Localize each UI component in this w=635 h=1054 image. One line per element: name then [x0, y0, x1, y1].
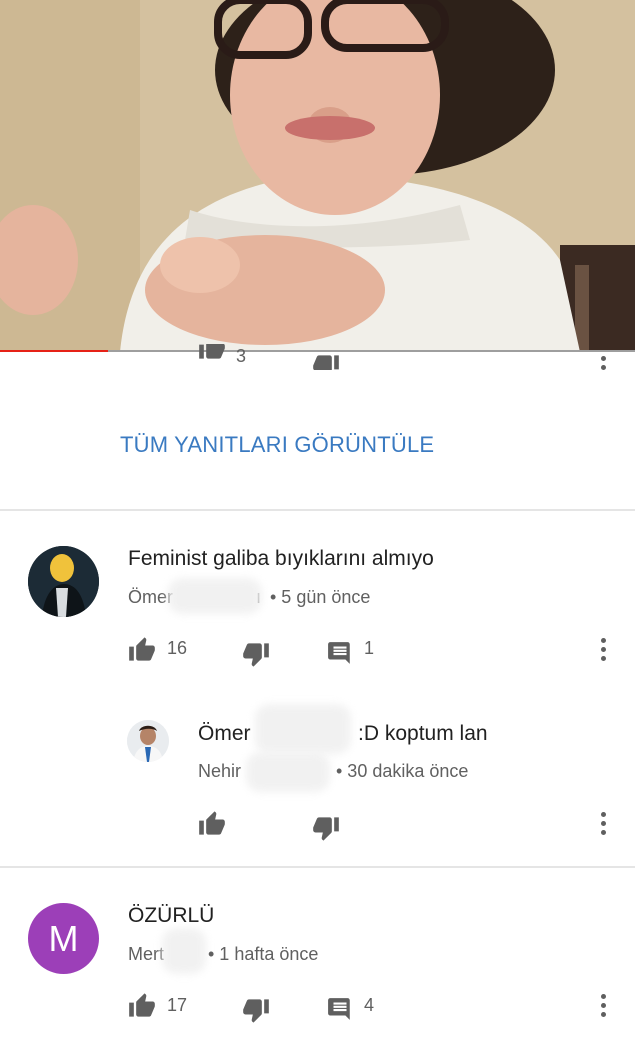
comment-time: • 1 hafta önce — [208, 944, 319, 964]
comment-author[interactable]: Nehir — [198, 761, 241, 782]
reply-mention: Ömer — [198, 722, 251, 745]
comment-text: :D koptum lan — [358, 722, 488, 745]
avatar-letter: M — [48, 917, 79, 959]
like-icon[interactable] — [198, 344, 226, 360]
reply-count: 1 — [364, 638, 375, 658]
dislike-icon[interactable] — [312, 816, 340, 842]
dislike-icon[interactable] — [312, 354, 340, 370]
more-options-icon[interactable] — [599, 638, 607, 666]
divider — [0, 866, 635, 868]
comment-text: Feminist galiba bıyıklarını almıyo — [128, 547, 434, 570]
redaction-blur — [162, 928, 206, 974]
dislike-icon[interactable] — [242, 998, 270, 1024]
more-options-icon[interactable] — [599, 994, 607, 1022]
avatar[interactable] — [28, 546, 99, 617]
avatar[interactable] — [127, 720, 169, 762]
view-all-replies-link[interactable]: TÜM YANITLARI GÖRÜNTÜLE — [120, 432, 434, 458]
partial-action-row: 3 — [0, 344, 635, 370]
redaction-blur — [168, 578, 262, 614]
dislike-icon[interactable] — [242, 642, 270, 668]
comment-author[interactable]: Ömer — [128, 587, 173, 608]
avatar[interactable]: M — [28, 903, 99, 974]
like-count: 3 — [236, 346, 247, 366]
reply-icon[interactable] — [327, 996, 353, 1022]
more-options-icon[interactable] — [599, 356, 607, 370]
redaction-blur — [255, 704, 351, 754]
comment-author[interactable]: Mert — [128, 944, 164, 965]
redaction-blur — [246, 752, 330, 792]
more-options-icon[interactable] — [599, 812, 607, 840]
comment-time: • 5 gün önce — [270, 587, 371, 607]
like-count: 17 — [167, 995, 188, 1015]
comment-time: • 30 dakika önce — [336, 761, 469, 781]
divider — [0, 509, 635, 511]
like-icon[interactable] — [128, 636, 156, 662]
like-count: 16 — [167, 638, 188, 658]
video-frame — [0, 0, 635, 352]
comment-text: ÖZÜRLÜ — [128, 904, 215, 927]
video-player[interactable] — [0, 0, 635, 352]
like-icon[interactable] — [198, 810, 226, 836]
reply-icon[interactable] — [327, 640, 353, 666]
like-icon[interactable] — [128, 992, 156, 1018]
reply-count: 4 — [364, 995, 375, 1015]
